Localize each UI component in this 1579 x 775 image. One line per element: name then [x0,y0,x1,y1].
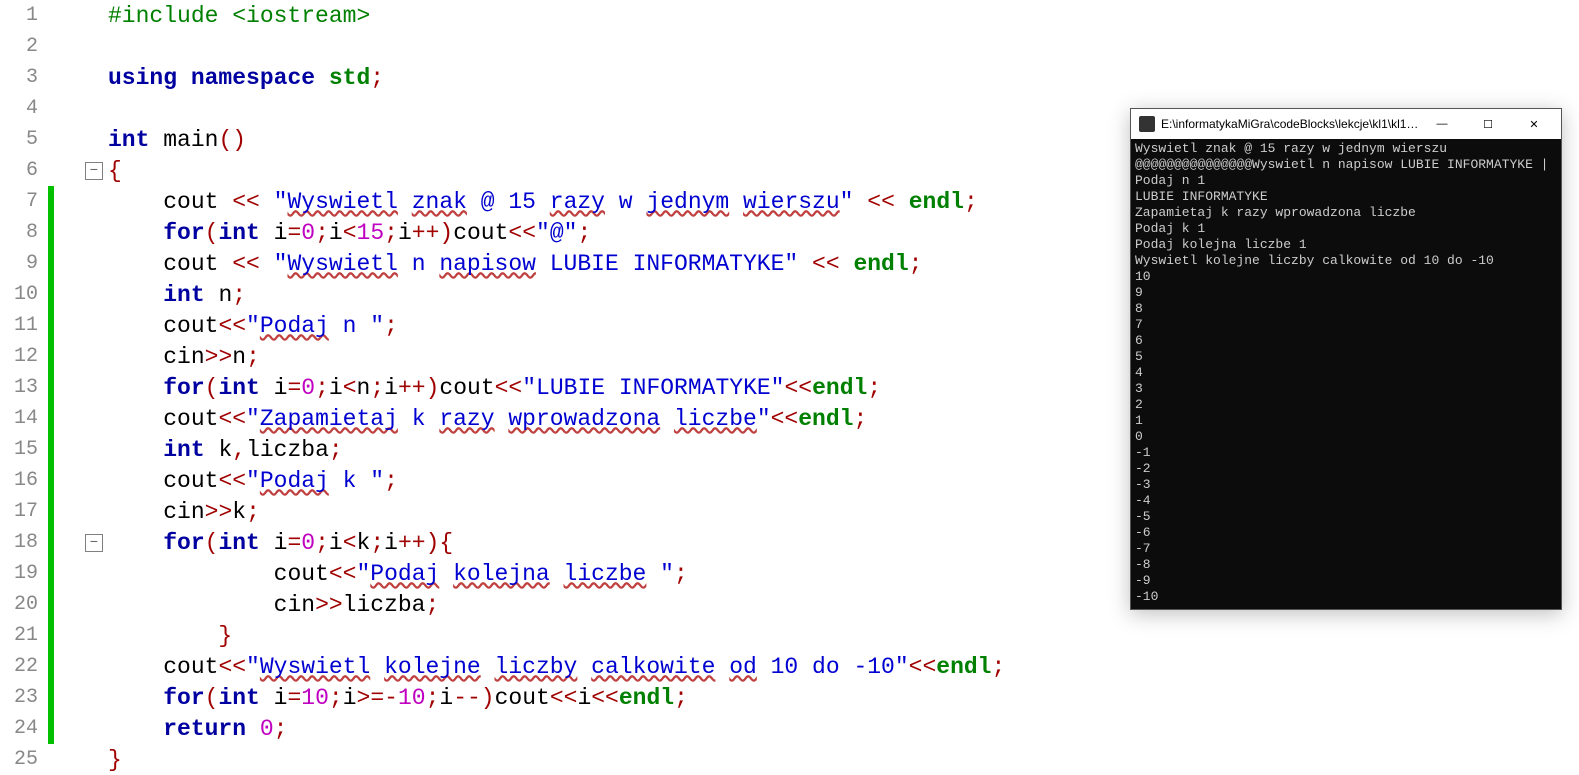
code-content[interactable]: cout<<"Podaj k "; [108,468,398,494]
line-number: 21 [0,624,48,647]
line-number: 13 [0,376,48,399]
change-margin [48,93,80,124]
line-number: 25 [0,748,48,771]
code-content[interactable]: } [108,623,232,649]
line-number: 12 [0,345,48,368]
line-number: 20 [0,593,48,616]
change-margin [48,248,80,279]
editor-line[interactable]: 1 #include <iostream> [0,0,1579,31]
console-icon [1139,116,1155,132]
code-content[interactable]: cout<<"Podaj kolejna liczbe "; [108,561,688,587]
fold-toggle-icon[interactable]: − [85,534,103,552]
code-content[interactable]: cout<<"Podaj n "; [108,313,398,339]
line-number: 10 [0,283,48,306]
code-content[interactable]: cout << "Wyswietl n napisow LUBIE INFORM… [108,251,922,277]
change-margin [48,465,80,496]
line-number: 22 [0,655,48,678]
line-number: 11 [0,314,48,337]
code-content[interactable]: int main() [108,127,246,153]
editor-line[interactable]: 24 return 0; [0,713,1579,744]
line-number: 8 [0,221,48,244]
change-margin [48,682,80,713]
line-number: 9 [0,252,48,275]
close-button[interactable]: ✕ [1511,110,1557,138]
change-margin [48,62,80,93]
change-margin [48,558,80,589]
change-margin [48,310,80,341]
line-number: 17 [0,500,48,523]
code-content[interactable]: for(int i=10;i>=-10;i--)cout<<i<<endl; [108,685,688,711]
code-content[interactable]: for(int i=0;i<15;i++)cout<<"@"; [108,220,591,246]
change-margin [48,372,80,403]
change-margin [48,496,80,527]
line-number: 4 [0,97,48,120]
change-margin [48,31,80,62]
change-margin [48,0,80,31]
change-margin [48,155,80,186]
code-content[interactable]: cout<<"Zapamietaj k razy wprowadzona lic… [108,406,867,432]
minimize-button[interactable]: — [1419,110,1465,138]
code-content[interactable]: return 0; [108,716,287,742]
window-buttons: — ☐ ✕ [1419,110,1557,138]
code-content[interactable]: cin>>liczba; [108,592,439,618]
editor-line[interactable]: 23 for(int i=10;i>=-10;i--)cout<<i<<endl… [0,682,1579,713]
change-margin [48,713,80,744]
code-content[interactable]: #include <iostream> [108,3,370,29]
fold-toggle-icon[interactable]: − [85,162,103,180]
editor-line[interactable]: 2 [0,31,1579,62]
line-number: 7 [0,190,48,213]
line-number: 23 [0,686,48,709]
change-margin [48,527,80,558]
console-output[interactable]: Wyswietl znak @ 15 razy w jednym wierszu… [1131,139,1561,609]
fold-gutter[interactable]: − [80,162,108,180]
change-margin [48,651,80,682]
change-margin [48,217,80,248]
line-number: 14 [0,407,48,430]
line-number: 5 [0,128,48,151]
change-margin [48,279,80,310]
line-number: 1 [0,4,48,27]
line-number: 24 [0,717,48,740]
change-margin [48,403,80,434]
code-content[interactable]: cout << "Wyswietl znak @ 15 razy w jedny… [108,189,978,215]
change-margin [48,620,80,651]
change-margin [48,124,80,155]
code-content[interactable]: cout<<"Wyswietl kolejne liczby calkowite… [108,654,1005,680]
change-margin [48,341,80,372]
code-content[interactable]: cin>>n; [108,344,260,370]
code-content[interactable]: int k,liczba; [108,437,343,463]
line-number: 18 [0,531,48,554]
editor-line[interactable]: 21 } [0,620,1579,651]
code-content[interactable]: for(int i=0;i<n;i++)cout<<"LUBIE INFORMA… [108,375,881,401]
console-window: E:\informatykaMiGra\codeBlocks\lekcje\kl… [1130,108,1562,610]
fold-gutter[interactable]: − [80,534,108,552]
line-number: 6 [0,159,48,182]
line-number: 3 [0,66,48,89]
editor-line[interactable]: 22 cout<<"Wyswietl kolejne liczby calkow… [0,651,1579,682]
code-content[interactable]: using namespace std; [108,65,384,91]
code-content[interactable]: } [108,747,122,773]
console-titlebar[interactable]: E:\informatykaMiGra\codeBlocks\lekcje\kl… [1131,109,1561,139]
change-margin [48,744,80,775]
change-margin [48,186,80,217]
code-content[interactable]: int n; [108,282,246,308]
code-content[interactable]: cin>>k; [108,499,260,525]
maximize-button[interactable]: ☐ [1465,110,1511,138]
console-title: E:\informatykaMiGra\codeBlocks\lekcje\kl… [1161,117,1419,131]
line-number: 19 [0,562,48,585]
line-number: 15 [0,438,48,461]
change-margin [48,589,80,620]
change-margin [48,434,80,465]
code-content[interactable]: { [108,158,122,184]
line-number: 2 [0,35,48,58]
code-content[interactable]: for(int i=0;i<k;i++){ [108,530,453,556]
line-number: 16 [0,469,48,492]
editor-line[interactable]: 25} [0,744,1579,775]
editor-line[interactable]: 3 using namespace std; [0,62,1579,93]
